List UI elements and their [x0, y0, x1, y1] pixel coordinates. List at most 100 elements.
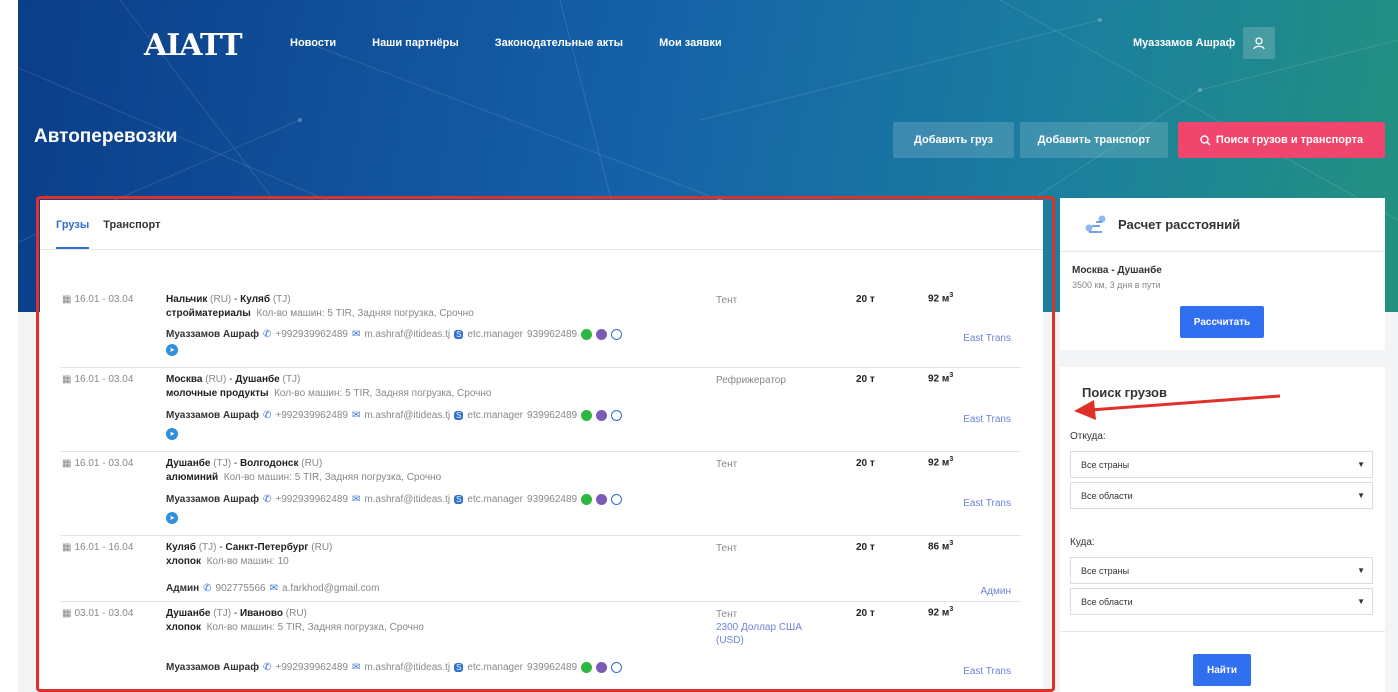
from-country-value: Все страны — [1081, 459, 1130, 470]
logo[interactable]: AIATT — [144, 28, 243, 63]
skype-icon: S — [454, 495, 464, 504]
find-button[interactable]: Найти — [1193, 654, 1251, 686]
table-row[interactable]: ▦ 03.01 - 03.04 Душанбе (TJ) - Иваново (R… — [60, 602, 1021, 692]
cargo-details: Кол-во машин: 5 TIR, Задняя погрузка, Ср… — [206, 622, 424, 633]
table-row[interactable]: ▦ 16.01 - 03.04 Нальчик (RU) - Куляб (TJ)… — [60, 288, 1021, 368]
date: 16.01 - 16.04 — [74, 542, 134, 553]
contact-phone2: 939962489 — [527, 662, 578, 673]
mail-icon: ✉ — [351, 410, 361, 421]
from-region-select[interactable]: Все области ▼ — [1070, 482, 1373, 509]
cargo-info: стройматериалы Кол-во машин: 5 TIR, Задн… — [166, 308, 474, 319]
user-name[interactable]: Муаззамов Ашраф — [1133, 37, 1235, 49]
date-cell: ▦ 16.01 - 03.04 — [62, 374, 133, 385]
contact-email: m.ashraf@itideas.tj — [364, 662, 451, 673]
route-map-icon — [1085, 215, 1106, 233]
contact-line: Муаззамов Ашраф ✆ +992939962489 ✉ m.ashraf… — [166, 329, 623, 340]
company-link[interactable]: Админ — [981, 586, 1012, 597]
add-cargo-button[interactable]: Добавить груз — [893, 122, 1014, 158]
main-nav: Новости Наши партнёры Законодательные ак… — [290, 37, 722, 49]
mail-icon: ✉ — [269, 583, 278, 594]
volume: 92 м3 — [928, 372, 953, 384]
skype-icon: S — [454, 330, 464, 339]
table-row[interactable]: ▦ 16.01 - 16.04 Куляб (TJ) - Санкт-Петерб… — [60, 536, 1021, 602]
route-from: Москва — [166, 374, 203, 385]
table-row[interactable]: ▦ 16.01 - 03.04 Москва (RU) - Душанбе (TJ… — [60, 368, 1021, 452]
user-button[interactable] — [1243, 27, 1275, 59]
contact-name: Муаззамов Ашраф — [166, 494, 259, 505]
route-to: Санкт-Петербург — [225, 542, 309, 553]
transport-type: Тент — [716, 609, 738, 620]
distance-card-title: Расчет расстояний — [1118, 217, 1241, 232]
to-country-select[interactable]: Все страны ▼ — [1070, 557, 1373, 584]
route-from-country: (TJ) — [198, 542, 217, 553]
volume: 92 м3 — [928, 606, 953, 618]
distance-card-header: Расчет расстояний — [1060, 198, 1385, 252]
skype-icon: S — [454, 411, 464, 420]
cargo-name: хлопок — [166, 556, 202, 567]
nav-laws[interactable]: Законодательные акты — [495, 37, 623, 49]
from-country-select[interactable]: Все страны ▼ — [1070, 451, 1373, 478]
search-icon — [1200, 134, 1211, 145]
nav-my-requests[interactable]: Мои заявки — [659, 37, 722, 49]
phone-icon: ✆ — [262, 494, 272, 505]
to-region-value: Все области — [1081, 596, 1133, 607]
to-label: Куда: — [1070, 537, 1095, 548]
route-from-country: (TJ) — [213, 458, 232, 469]
viber-icon — [596, 662, 608, 673]
whatsapp-icon — [581, 329, 593, 340]
phone-icon: ✆ — [262, 662, 272, 673]
nav-partners[interactable]: Наши партнёры — [372, 37, 459, 49]
chevron-down-icon: ▼ — [1357, 491, 1365, 500]
date-cell: ▦ 16.01 - 03.04 — [62, 458, 133, 469]
calculate-button[interactable]: Рассчитать — [1180, 306, 1264, 338]
cargo-name: стройматериалы — [166, 308, 251, 319]
contact-name: Админ — [166, 583, 200, 594]
cargo-details: Кол-во машин: 5 TIR, Задняя погрузка, Ср… — [274, 388, 492, 399]
date-cell: ▦ 03.01 - 03.04 — [62, 608, 133, 619]
search-button-label: Поиск грузов и транспорта — [1215, 134, 1364, 146]
weight: 20 т — [856, 542, 875, 553]
distance-card: Расчет расстояний Москва - Душанбе 3500 … — [1060, 198, 1385, 350]
add-transport-button[interactable]: Добавить транспорт — [1020, 122, 1168, 158]
tab-cargo[interactable]: Грузы — [56, 200, 90, 249]
contact-name: Муаззамов Ашраф — [166, 410, 259, 421]
company-link[interactable]: East Trans — [963, 414, 1011, 425]
route-to-country: (RU) — [285, 608, 307, 619]
route-from-country: (TJ) — [213, 608, 232, 619]
telegram-icon[interactable]: ➤ — [166, 344, 178, 356]
contact-line: Муаззамов Ашраф ✆ +992939962489 ✉ m.ashraf… — [166, 662, 623, 673]
table-row[interactable]: ▦ 16.01 - 03.04 Душанбе (TJ) - Волгодонск… — [60, 452, 1021, 536]
contact-email: m.ashraf@itideas.tj — [364, 410, 451, 421]
route-from: Куляб — [166, 542, 196, 553]
calendar-icon: ▦ — [62, 608, 72, 619]
telegram-icon[interactable]: ➤ — [166, 512, 178, 524]
red-arrow-icon — [1074, 394, 1281, 420]
company-link[interactable]: East Trans — [963, 666, 1011, 677]
to-region-select[interactable]: Все области ▼ — [1070, 588, 1373, 615]
company-link[interactable]: East Trans — [963, 333, 1011, 344]
date: 03.01 - 03.04 — [74, 608, 134, 619]
nav-news[interactable]: Новости — [290, 37, 336, 49]
telegram-icon[interactable]: ➤ — [166, 428, 178, 440]
volume-value: 92 м — [928, 457, 950, 469]
volume-value: 86 м — [928, 541, 950, 553]
contact-email: m.ashraf@itideas.tj — [364, 494, 451, 505]
contact-skype: etc.manager — [467, 662, 524, 673]
volume-value: 92 м — [928, 373, 950, 385]
imo-icon — [611, 329, 623, 340]
page-title: Автоперевозки — [34, 126, 178, 147]
skype-icon: S — [454, 663, 464, 672]
cargo-info: хлопок Кол-во машин: 10 — [166, 556, 289, 567]
transport-type: Рефрижератор — [716, 375, 786, 386]
cargo-list-panel: Грузы Транспорт ▦ 16.01 - 03.04 Нальчик (… — [40, 200, 1043, 692]
volume-unit-sup: 3 — [949, 372, 954, 379]
search-cargo-transport-button[interactable]: Поиск грузов и транспорта — [1178, 122, 1385, 158]
distance-route: Москва - Душанбе — [1072, 265, 1162, 276]
mail-icon: ✉ — [351, 662, 361, 673]
cargo-details: Кол-во машин: 10 — [206, 556, 289, 567]
date-cell: ▦ 16.01 - 16.04 — [62, 542, 133, 553]
cargo-info: алюминий Кол-во машин: 5 TIR, Задняя пог… — [166, 472, 441, 483]
route-from: Душанбе — [166, 458, 211, 469]
tab-transport[interactable]: Транспорт — [103, 200, 160, 249]
company-link[interactable]: East Trans — [963, 498, 1011, 509]
